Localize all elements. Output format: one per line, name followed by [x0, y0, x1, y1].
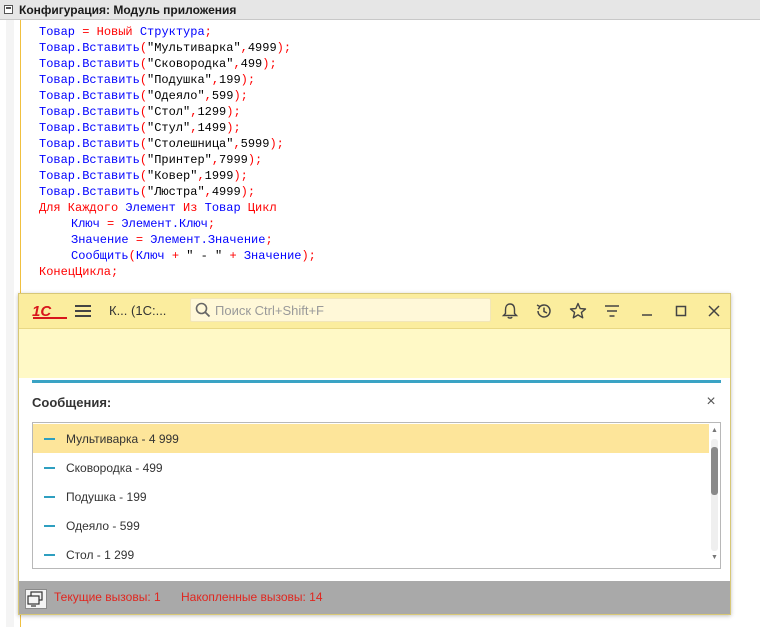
svg-text:1С: 1С — [32, 303, 52, 319]
maximize-icon[interactable] — [672, 302, 690, 320]
code-line: Товар.Вставить("Столешница",5999); — [39, 137, 284, 151]
code-line: Ключ = Элемент.Ключ; — [71, 217, 216, 231]
code-line: Товар.Вставить("Одеяло",599); — [39, 89, 248, 103]
message-marker-icon — [44, 438, 55, 440]
scroll-down-icon[interactable]: ▼ — [711, 554, 718, 561]
code-line: Товар.Вставить("Подушка",199); — [39, 73, 256, 87]
message-text: Сковородка - 499 — [66, 461, 163, 475]
form-area — [19, 329, 730, 378]
status-bar: Текущие вызовы: 1 Накопленные вызовы: 14 — [19, 581, 730, 614]
messages-scrollbar[interactable]: ▲ ▼ — [709, 423, 720, 568]
messages-close-icon[interactable]: × — [703, 394, 719, 410]
code-editor[interactable]: Товар = Новый Структура; Товар.Вставить("… — [39, 24, 316, 280]
code-line: Товар.Вставить("Сковородка",499); — [39, 57, 277, 71]
code-line: Товар.Вставить("Ковер",1999); — [39, 169, 248, 183]
message-marker-icon — [44, 554, 55, 556]
code-line: КонецЦикла; — [39, 265, 119, 279]
monitor-icon — [27, 591, 43, 607]
code-line: Значение = Элемент.Значение; — [71, 233, 273, 247]
scroll-up-icon[interactable]: ▲ — [711, 427, 718, 434]
messages-header: Сообщения: — [32, 395, 112, 410]
client-window: 1С К... (1С:... Поиск Ctrl+Shift+F Сообщ… — [18, 293, 731, 615]
code-line: Товар.Вставить("Стул",1499); — [39, 121, 241, 135]
editor-title-bar: Конфигурация: Модуль приложения — [0, 0, 760, 20]
star-icon[interactable] — [569, 302, 587, 320]
message-item[interactable]: Стол - 1 299 — [33, 540, 709, 568]
current-calls-label: Текущие вызовы: 1 — [54, 590, 161, 604]
message-item[interactable]: Подушка - 199 — [33, 482, 709, 511]
code-line: Для Каждого Элемент Из Товар Цикл — [39, 201, 277, 215]
message-item[interactable]: Сковородка - 499 — [33, 453, 709, 482]
messages-divider — [32, 380, 721, 383]
message-text: Мультиварка - 4 999 — [66, 432, 179, 446]
code-line: Товар.Вставить("Стол",1299); — [39, 105, 241, 119]
message-item[interactable]: Мультиварка - 4 999 — [33, 424, 709, 453]
code-line: Сообщить(Ключ + " - " + Значение); — [71, 249, 316, 263]
message-marker-icon — [44, 496, 55, 498]
code-line: Товар.Вставить("Люстра",4999); — [39, 185, 256, 199]
bell-icon[interactable] — [501, 302, 519, 320]
message-marker-icon — [44, 525, 55, 527]
1c-logo-icon: 1С — [32, 303, 67, 319]
app-title: К... (1С:... — [109, 303, 167, 318]
code-line: Товар = Новый Структура; — [39, 25, 212, 39]
message-marker-icon — [44, 467, 55, 469]
search-input[interactable]: Поиск Ctrl+Shift+F — [190, 298, 491, 322]
menu-settings-icon[interactable] — [603, 302, 621, 320]
minimize-icon[interactable] — [638, 302, 656, 320]
message-text: Одеяло - 599 — [66, 519, 140, 533]
accumulated-calls-label: Накопленные вызовы: 14 — [181, 590, 323, 604]
close-icon[interactable] — [705, 302, 723, 320]
window-menu-icon[interactable] — [4, 5, 13, 14]
client-toolbar: 1С К... (1С:... Поиск Ctrl+Shift+F — [19, 294, 730, 329]
main-menu-icon[interactable] — [75, 304, 91, 318]
history-icon[interactable] — [535, 302, 553, 320]
editor-title: Конфигурация: Модуль приложения — [19, 3, 237, 17]
code-line: Товар.Вставить("Принтер",7999); — [39, 153, 263, 167]
search-placeholder: Поиск Ctrl+Shift+F — [215, 303, 324, 318]
search-icon — [195, 302, 211, 318]
scroll-thumb[interactable] — [711, 447, 718, 495]
message-item[interactable]: Одеяло - 599 — [33, 511, 709, 540]
message-text: Подушка - 199 — [66, 490, 147, 504]
messages-list[interactable]: Стол - 1 299 Одеяло - 599 Подушка - 199 Ско… — [32, 422, 721, 569]
performance-icon[interactable] — [25, 589, 47, 609]
code-line: Товар.Вставить("Мультиварка",4999); — [39, 41, 292, 55]
message-text: Стол - 1 299 — [66, 548, 135, 562]
